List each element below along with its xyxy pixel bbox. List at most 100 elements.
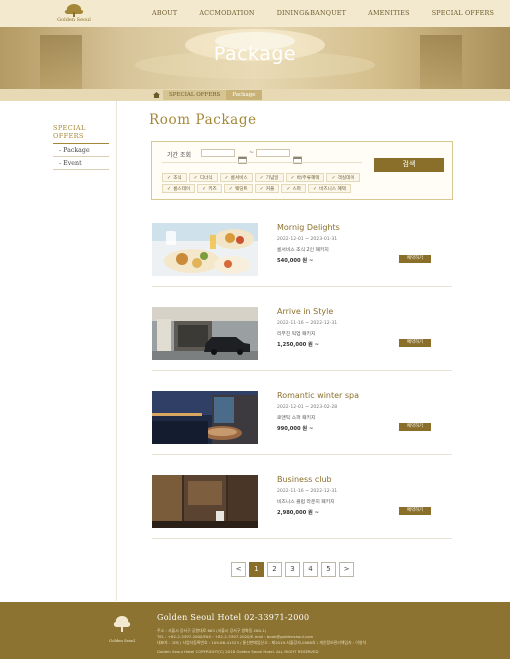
package-dates: 2022-11-16 ~ 2022-12-31 [277,321,338,326]
reserve-button[interactable]: 예약하기 [399,423,431,431]
nav-about[interactable]: ABOUT [152,0,177,27]
footer-logo: Golden Seoul [107,614,137,646]
package-description: 리무진 픽업 패키지 [277,332,316,337]
nav-dining-banquet[interactable]: DINING&BANQUET [277,0,346,27]
check-icon: ✓ [312,185,318,192]
package-price: 1,250,000 원 ~ [277,342,319,348]
check-icon: ✓ [167,185,172,192]
tree-logo-icon [64,4,84,17]
breadcrumb-package[interactable]: Package [226,90,262,100]
package-description: 비즈니스 클럽 라운지 패키지 [277,500,335,505]
page-4-button[interactable]: 4 [303,562,318,577]
check-icon: ✓ [224,174,229,181]
end-date-input[interactable] [256,149,290,157]
nav-special-offers[interactable]: SPECIAL OFFERS [432,0,494,27]
tree-logo-icon [113,616,131,632]
tag-row: ✓ 룸스테이 ✓ 키즈 ✓ 웨딩트 ✓ 커플 ✓ 스파 ✓ 비즈니스 혜택 [162,184,447,193]
calendar-icon[interactable] [238,149,247,164]
package-photo-limousine[interactable] [152,307,258,360]
tag-label: 조식 [173,175,182,181]
package-dates: 2022-12-01 ~ 2023-02-28 [277,405,338,410]
package-dates: 2022-12-01 ~ 2023-01-31 [277,237,338,242]
reserve-button[interactable]: 예약하기 [399,507,431,515]
page-title: Room Package [149,112,257,128]
footer-company: 대표자 : 고씨 / 사업자등록번호 : 109-86-41523 / 통신판매… [157,640,367,645]
footer-title: Golden Seoul Hotel 02-33971-2000 [157,613,310,622]
start-date-input[interactable] [201,149,235,157]
breadcrumb-special-offers[interactable]: SPECIAL OFFERS [163,90,227,100]
check-icon: ✓ [228,185,233,192]
date-separator: ~ [249,149,255,156]
package-title[interactable]: Romantic winter spa [277,391,359,400]
tag-label: 키즈 [208,186,217,192]
sidebar-item-event[interactable]: - Event [53,157,109,170]
check-icon: ✓ [259,185,264,192]
reserve-button[interactable]: 예약하기 [399,255,431,263]
page-1-button[interactable]: 1 [249,562,264,577]
page-3-button[interactable]: 3 [285,562,300,577]
package-card: Mornig Delights 2022-12-01 ~ 2023-01-31 … [152,223,452,290]
check-icon: ✓ [331,174,336,181]
tag-dinner[interactable]: ✓ 디너식 [188,173,218,182]
package-price: 540,000 원 ~ [277,258,314,264]
tag-label: 웨딩트 [234,186,248,192]
search-button[interactable]: 검색 [374,158,444,172]
logo-text: Golden Seoul [57,17,91,23]
tag-room-service[interactable]: ✓ 룸서비스 [219,173,253,182]
tag-label: 디너식 [199,175,213,181]
hero-banner: Package [0,27,510,89]
check-icon: ✓ [167,174,172,181]
card-divider [152,454,452,455]
page-5-button[interactable]: 5 [321,562,336,577]
tag-label: 룸서비스 [230,175,248,181]
hotel-logo[interactable]: Golden Seoul [52,2,96,26]
main-nav: ABOUT ACCMODATION DINING&BANQUET AMENITI… [152,0,494,27]
package-card: Romantic winter spa 2022-12-01 ~ 2023-02… [152,391,452,458]
nav-amenities[interactable]: AMENITIES [368,0,410,27]
top-header: Golden Seoul ABOUT ACCMODATION DINING&BA… [0,0,510,27]
package-card: Business club 2022-11-16 ~ 2022-12-31 비즈… [152,475,452,542]
reserve-button[interactable]: 예약하기 [399,339,431,347]
package-photo-breakfast[interactable] [152,223,258,276]
breadcrumb: SPECIAL OFFERS Package [149,90,262,100]
calendar-icon[interactable] [293,149,302,164]
package-price: 990,000 원 ~ [277,426,314,432]
footer-logo-text: Golden Seoul [109,638,135,643]
tag-anniversary[interactable]: ✓ 기념일 [254,173,284,182]
tag-wedding[interactable]: ✓ 웨딩트 [223,184,253,193]
package-title[interactable]: Arrive in Style [277,307,333,316]
sidebar-item-package[interactable]: - Package [53,144,109,157]
tag-room-day[interactable]: ✓ 객실데이 [326,173,360,182]
tag-label: 스파 [292,186,301,192]
package-photo-spa[interactable] [152,391,258,444]
tag-bar[interactable]: ✓ 바/주류혜택 [285,173,325,182]
sidebar-divider [116,101,117,601]
tag-label: 비즈니스 혜택 [319,186,346,192]
tag-spa[interactable]: ✓ 스파 [281,184,306,193]
tag-breakfast[interactable]: ✓ 조식 [162,173,187,182]
page-2-button[interactable]: 2 [267,562,282,577]
search-panel: 기간 조회 ~ 검색 ✓ 조식 ✓ 디너식 ✓ 룸서비스 ✓ 기념일 ✓ 바/주류혜택 ✓… [151,141,453,200]
next-page-button[interactable]: > [339,562,354,577]
tag-business[interactable]: ✓ 비즈니스 혜택 [307,184,351,193]
tag-label: 객실데이 [337,175,355,181]
tag-kids[interactable]: ✓ 키즈 [197,184,222,193]
footer-contact: TEL : +82-2-3397-2000/FAX : +82-2-3397-2… [157,634,314,639]
period-label: 기간 조회 [167,152,191,159]
tag-room-stay[interactable]: ✓ 룸스테이 [162,184,196,193]
home-icon[interactable] [149,90,163,100]
package-title[interactable]: Business club [277,475,332,484]
nav-accommodation[interactable]: ACCMODATION [199,0,254,27]
package-description: 로맨틱 스파 패키지 [277,416,316,421]
tag-couple[interactable]: ✓ 커플 [254,184,280,193]
card-divider [152,538,452,539]
prev-page-button[interactable]: < [231,562,246,577]
package-photo-business[interactable] [152,475,258,528]
check-icon: ✓ [202,185,207,192]
search-divider [162,162,362,163]
check-icon: ✓ [259,174,264,181]
footer: Golden Seoul Golden Seoul Hotel 02-33971… [0,602,510,659]
package-title[interactable]: Mornig Delights [277,223,340,232]
package-dates: 2022-11-16 ~ 2022-12-31 [277,489,338,494]
sidebar-title: SPECIAL OFFERS [53,124,109,144]
